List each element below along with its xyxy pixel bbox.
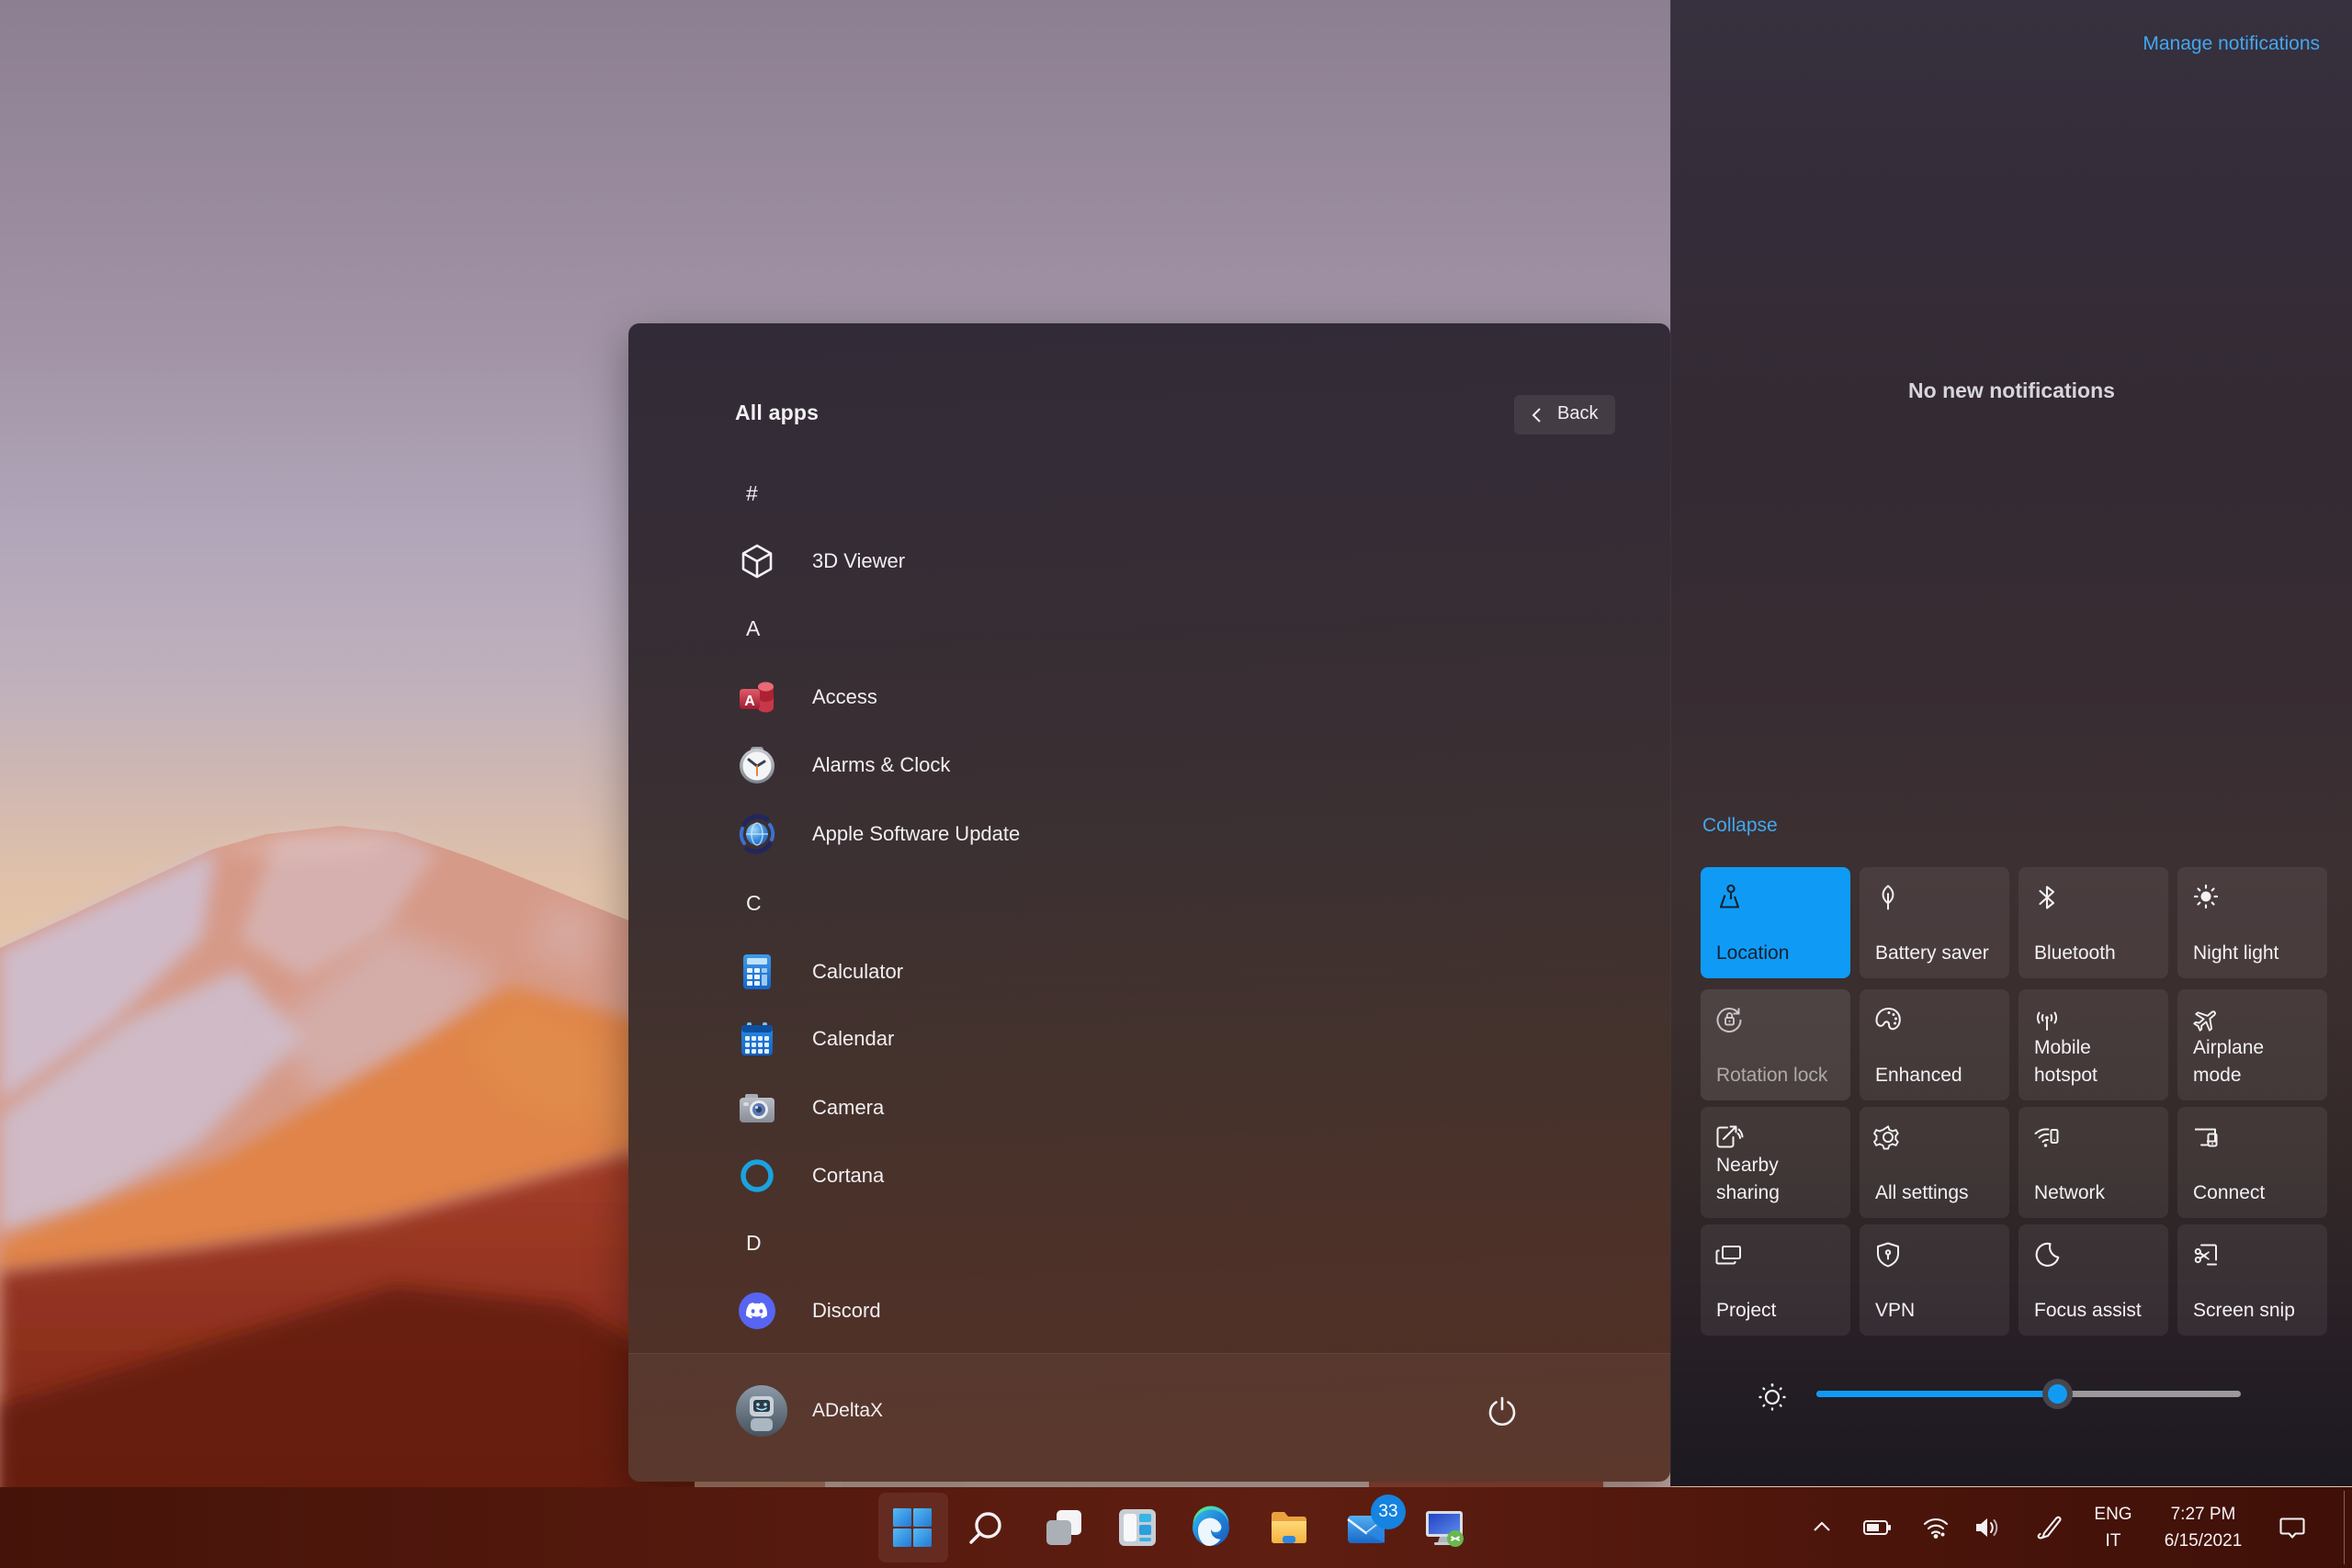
svg-text:A: A [744,694,755,709]
